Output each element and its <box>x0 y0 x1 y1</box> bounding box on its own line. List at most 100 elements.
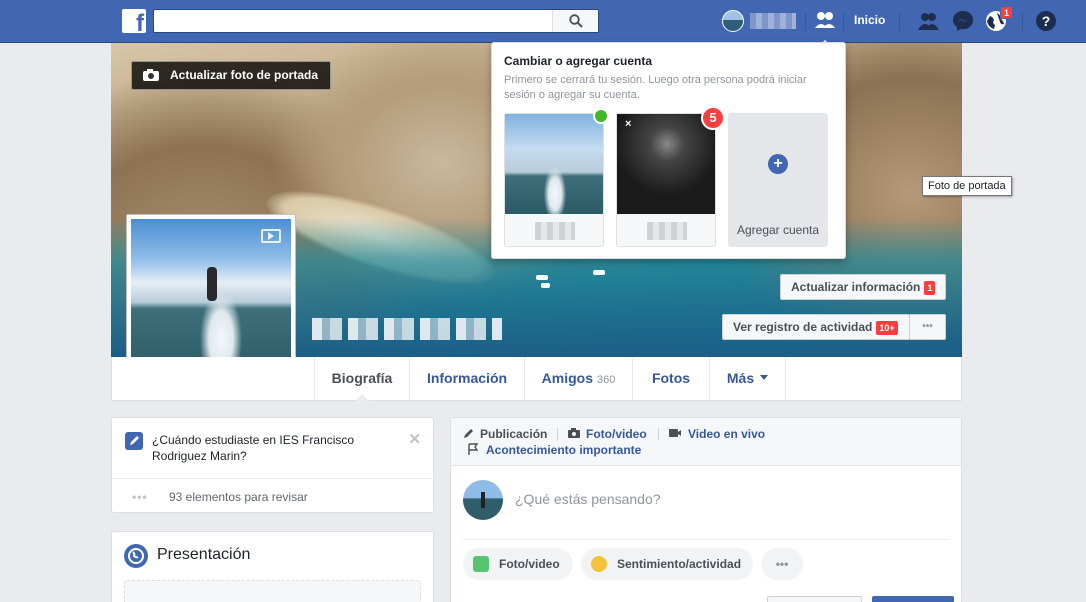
online-indicator <box>593 108 609 124</box>
svg-text:?: ? <box>1042 13 1051 29</box>
photo-video-button[interactable]: Foto/video <box>463 548 573 580</box>
divider <box>658 428 659 440</box>
camera-icon <box>568 428 580 438</box>
divider <box>805 13 806 31</box>
account-thumbnail <box>617 114 715 214</box>
review-items-row[interactable]: ••• 93 elementos para revisar <box>112 478 433 514</box>
post-composer: Publicación Foto/video Video en vivo Aco… <box>450 417 962 602</box>
friends-count: 360 <box>596 374 616 386</box>
profile-name-blurred[interactable] <box>750 13 796 29</box>
tab-biografia[interactable]: Biografía <box>314 357 409 401</box>
account-card-current[interactable] <box>504 108 609 247</box>
account-switch-button[interactable] <box>812 7 838 47</box>
pencil-icon <box>125 432 143 450</box>
composer-tab-label: Publicación <box>480 427 548 441</box>
composer-tab-foto[interactable]: Foto/video <box>567 427 647 441</box>
divider <box>843 13 844 31</box>
dropdown-subtitle: Primero se cerrará tu sesión. Luego otra… <box>504 74 807 101</box>
messenger-icon <box>953 11 973 31</box>
help-button[interactable]: ? <box>1035 10 1057 32</box>
flag-icon <box>468 443 479 455</box>
chevron-down-icon <box>760 375 769 384</box>
remove-account-icon[interactable]: × <box>625 118 631 130</box>
smiley-icon <box>591 556 607 572</box>
review-items-text: 93 elementos para revisar <box>169 490 308 504</box>
divider <box>899 13 900 31</box>
tab-mas[interactable]: Más <box>709 357 786 400</box>
search-icon <box>569 14 583 28</box>
account-thumbnail <box>505 114 603 214</box>
boat <box>536 275 548 280</box>
more-dots-icon: ••• <box>132 490 148 504</box>
video-icon <box>261 229 281 243</box>
tab-fotos[interactable]: Fotos <box>632 357 709 400</box>
profile-question-card: ¿Cuándo estudiaste en IES Francisco Rodr… <box>111 417 434 513</box>
friend-requests-button[interactable] <box>917 10 939 32</box>
search-button[interactable] <box>552 10 598 32</box>
account-name-blurred <box>535 222 575 240</box>
activity-log-button[interactable]: Ver registro de actividad 10+ <box>722 314 910 340</box>
feeling-activity-button[interactable]: Sentimiento/actividad <box>581 548 753 580</box>
search-input[interactable] <box>160 13 550 29</box>
help-icon: ? <box>1036 11 1056 31</box>
composer-tab-live[interactable]: Video en vivo <box>668 427 765 441</box>
search-box[interactable] <box>153 9 599 33</box>
update-cover-photo-button[interactable]: Actualizar foto de portada <box>131 61 331 90</box>
update-info-label: Actualizar información <box>791 280 921 294</box>
home-link[interactable]: Inicio <box>854 13 885 27</box>
close-icon[interactable]: ✕ <box>408 430 421 448</box>
update-info-badge: 1 <box>924 280 936 295</box>
tab-label: Más <box>726 370 755 386</box>
activity-log-label: Ver registro de actividad <box>733 320 873 334</box>
profile-tabs: Biografía Información Amigos 360 Fotos Má… <box>111 357 962 401</box>
friend-requests-icon <box>918 13 939 30</box>
tab-amigos[interactable]: Amigos 360 <box>524 357 632 400</box>
more-options-button[interactable]: ••• <box>909 314 946 340</box>
account-notifications-badge: 5 <box>701 106 725 130</box>
photo-icon <box>473 556 489 572</box>
composer-more-button[interactable]: ••• <box>761 548 803 580</box>
cover-photo-tooltip: Foto de portada <box>922 176 1012 196</box>
presentation-card: Presentación <box>111 531 434 602</box>
facebook-logo[interactable]: f <box>122 9 146 33</box>
top-navigation-bar: f Inicio 1 ? <box>0 0 1086 47</box>
plus-icon: + <box>768 154 788 174</box>
photo-video-label: Foto/video <box>499 557 560 571</box>
composer-tabs: Publicación Foto/video Video en vivo Aco… <box>451 418 961 466</box>
profile-name-blurred <box>312 318 502 340</box>
divider <box>557 428 558 440</box>
globe-icon <box>124 544 148 568</box>
composer-tab-event[interactable]: Acontecimiento importante <box>467 443 641 457</box>
profile-avatar[interactable] <box>722 10 744 32</box>
dropdown-title: Cambiar o agregar cuenta <box>504 54 653 68</box>
tab-informacion[interactable]: Información <box>409 357 524 400</box>
account-card-other[interactable]: × 5 <box>616 106 725 247</box>
composer-tab-publicacion[interactable]: Publicación <box>463 427 547 441</box>
add-account-label: Agregar cuenta <box>736 223 820 237</box>
account-switch-icon <box>815 12 835 28</box>
activity-log-badge: 10+ <box>876 320 898 335</box>
video-camera-icon <box>669 429 681 437</box>
account-name-blurred <box>647 222 687 240</box>
presentation-add-box[interactable] <box>124 580 421 602</box>
pencil-icon <box>464 429 473 438</box>
feeling-activity-label: Sentimiento/actividad <box>617 557 742 571</box>
composer-input[interactable]: ¿Qué estás pensando? <box>515 491 661 507</box>
notifications-badge: 1 <box>1000 6 1014 19</box>
tab-label: Información <box>426 370 508 386</box>
boat <box>541 283 550 288</box>
bottom-primary-button[interactable] <box>872 596 954 602</box>
messenger-button[interactable] <box>952 10 974 32</box>
account-switch-dropdown: Cambiar o agregar cuenta Primero se cerr… <box>491 42 846 259</box>
composer-tab-label: Acontecimiento importante <box>486 443 642 457</box>
divider <box>463 539 949 540</box>
update-info-button[interactable]: Actualizar información 1 <box>780 274 946 300</box>
presentation-title: Presentación <box>157 546 251 563</box>
composer-tab-label: Foto/video <box>586 427 647 441</box>
bottom-secondary-button[interactable] <box>767 596 862 602</box>
boat <box>593 270 605 275</box>
add-account-button[interactable]: + Agregar cuenta <box>728 113 828 247</box>
tab-label: Biografía <box>331 370 393 386</box>
education-question[interactable]: ¿Cuándo estudiaste en IES Francisco Rodr… <box>152 432 382 464</box>
camera-icon <box>143 69 159 81</box>
